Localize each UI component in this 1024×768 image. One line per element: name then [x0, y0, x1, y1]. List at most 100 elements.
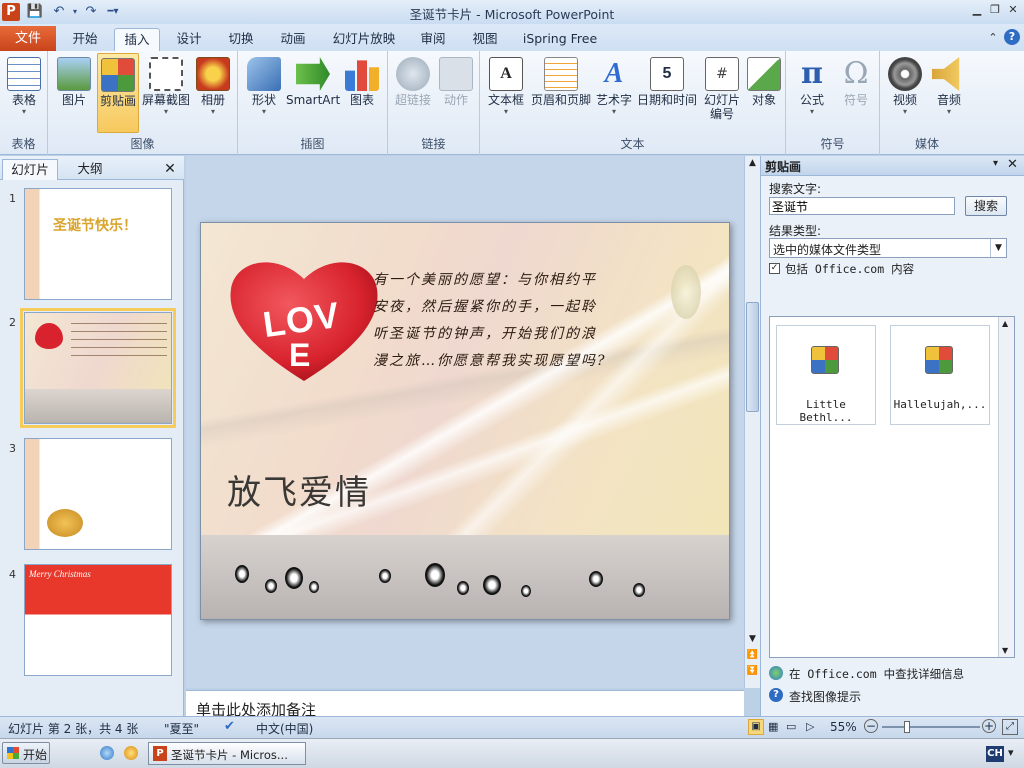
ie-icon[interactable] — [100, 746, 114, 760]
clipart-button[interactable]: 剪贴画 — [97, 53, 139, 133]
slide-thumbnail-2[interactable] — [20, 308, 176, 428]
window-title: 圣诞节卡片 - Microsoft PowerPoint — [409, 7, 615, 22]
theme-name[interactable]: "夏至" — [164, 720, 199, 737]
video-button[interactable]: 视频 ▾ — [884, 53, 926, 135]
ime-indicator[interactable]: CH — [986, 746, 1004, 762]
ground-band — [201, 535, 729, 619]
collapse-ribbon-icon[interactable]: ⌃ — [984, 30, 1002, 46]
chart-button[interactable]: 图表 — [342, 53, 382, 135]
spellcheck-icon[interactable]: ✔ — [224, 719, 235, 734]
tab-file[interactable]: 文件 — [0, 26, 56, 51]
close-icon[interactable]: ✕ — [1004, 2, 1022, 18]
film-reel-icon — [888, 57, 922, 91]
smartart-button[interactable]: SmartArt — [286, 53, 340, 135]
close-pane-icon[interactable]: ✕ — [160, 159, 180, 180]
office-more-link[interactable]: 在 Office.com 中查找详细信息 — [789, 666, 964, 682]
slide-sorter-icon[interactable]: ▦ — [768, 720, 778, 733]
results-scrollbar[interactable]: ▲ ▼ — [998, 317, 1014, 657]
slide-thumbnail-4[interactable]: Merry Christmas — [24, 564, 172, 676]
wordart-button[interactable]: A 艺术字 ▾ — [594, 53, 634, 135]
tab-slides[interactable]: 幻灯片 — [2, 159, 58, 180]
browser-icon[interactable] — [124, 746, 138, 760]
slideshow-icon[interactable]: ▷ — [806, 720, 814, 733]
table-button[interactable]: 表格 ▾ — [4, 53, 44, 135]
slide-number-button[interactable]: # 幻灯片 编号 — [700, 53, 744, 135]
slide-scrollbar[interactable]: ▲ ▼ ⏫ ⏬ — [744, 156, 760, 688]
ime-options-icon[interactable]: ▾ — [1008, 746, 1014, 759]
include-office-checkbox[interactable]: ✓ — [769, 263, 780, 274]
result-label: Little Bethl... — [799, 398, 853, 424]
calligraphy-title[interactable]: 放飞爱情 — [227, 465, 371, 514]
audio-button[interactable]: 音频 ▾ — [928, 53, 970, 135]
zoom-level[interactable]: 55% — [830, 720, 857, 734]
zoom-out-icon[interactable]: − — [864, 719, 878, 733]
start-button[interactable]: 开始 — [2, 742, 50, 764]
action-button[interactable]: 动作 — [436, 53, 476, 135]
picture-button[interactable]: 图片 — [54, 53, 94, 135]
normal-view-icon[interactable]: ▣ — [748, 719, 764, 735]
datetime-button[interactable]: 5 日期和时间 — [636, 53, 698, 135]
help-icon[interactable]: ? — [1004, 29, 1020, 45]
reading-view-icon[interactable]: ▭ — [786, 720, 796, 733]
hyperlink-button[interactable]: 超链接 — [392, 53, 434, 135]
chevron-down-icon[interactable]: ▼ — [990, 239, 1006, 257]
tab-ispring[interactable]: iSpring Free — [516, 28, 604, 51]
tab-review[interactable]: 审阅 — [412, 28, 454, 51]
poem-text[interactable]: 有一个美丽的愿望：与你相约平安夜，然后握紧你的手，一起聆听圣诞节的钟声，开始我们… — [373, 267, 607, 375]
zoom-in-icon[interactable]: + — [982, 719, 996, 733]
tab-insert[interactable]: 插入 — [114, 28, 160, 51]
image-tips-link[interactable]: 查找图像提示 — [789, 688, 861, 705]
album-button[interactable]: 相册 ▾ — [194, 53, 232, 135]
close-pane-icon[interactable]: ✕ — [1007, 157, 1018, 172]
scroll-down-icon[interactable]: ▼ — [1002, 646, 1008, 655]
group-illustrations: 形状 ▾ SmartArt 图表 插图 — [238, 51, 388, 155]
scroll-up-icon[interactable]: ▲ — [1002, 319, 1008, 328]
scroll-up-icon[interactable]: ▲ — [746, 158, 759, 172]
clipart-icon — [101, 58, 135, 92]
audio-file-icon — [925, 346, 953, 374]
restore-icon[interactable]: ❐ — [986, 2, 1004, 18]
group-tables: 表格 ▾ 表格 — [0, 51, 48, 155]
thumb-title: 圣诞节快乐！ — [53, 218, 137, 234]
screenshot-button[interactable]: 屏幕截图 ▾ — [141, 53, 191, 135]
fit-to-window-icon[interactable]: ⤢ — [1002, 719, 1018, 735]
tab-design[interactable]: 设计 — [168, 28, 210, 51]
zoom-slider-track[interactable] — [882, 726, 980, 728]
header-footer-button[interactable]: 页眉和页脚 — [530, 53, 592, 135]
taskbar: 开始 P 圣诞节卡片 - Micros... CH ▾ — [0, 738, 1024, 768]
symbol-button[interactable]: Ω 符号 — [836, 53, 876, 135]
clipart-pane: 剪贴画 ▾ ✕ 搜索文字: 搜索 结果类型: 选中的媒体文件类型 ▼ ✓ 包括 … — [760, 156, 1024, 716]
shapes-button[interactable]: 形状 ▾ — [244, 53, 284, 135]
next-slide-icon[interactable]: ⏬ — [746, 666, 759, 680]
tab-transitions[interactable]: 切换 — [220, 28, 262, 51]
textbox-button[interactable]: A 文本框 ▾ — [484, 53, 528, 135]
tab-home[interactable]: 开始 — [64, 28, 106, 51]
language[interactable]: 中文(中国) — [256, 720, 313, 737]
object-button[interactable]: 对象 — [746, 53, 782, 135]
equation-button[interactable]: π 公式 ▾ — [792, 53, 832, 135]
tab-animations[interactable]: 动画 — [272, 28, 314, 51]
clipart-result-1[interactable]: Little Bethl... — [776, 325, 876, 425]
scroll-down-icon[interactable]: ▼ — [746, 634, 759, 648]
tab-outline[interactable]: 大纲 — [62, 159, 118, 180]
current-slide[interactable]: LOV E 有一个美丽的愿望：与你相约平安夜，然后握紧你的手，一起聆听圣诞节的钟… — [200, 222, 730, 620]
search-button[interactable]: 搜索 — [965, 196, 1007, 216]
search-input[interactable] — [769, 197, 955, 215]
taskbar-powerpoint-window[interactable]: P 圣诞节卡片 - Micros... — [148, 742, 306, 765]
notes-pane[interactable]: 单击此处添加备注 — [186, 690, 744, 716]
slide-thumbnail-1[interactable]: 圣诞节快乐！ — [24, 188, 172, 300]
slide-thumbnail-3[interactable] — [24, 438, 172, 550]
pane-options-icon[interactable]: ▾ — [993, 158, 998, 169]
album-icon — [196, 57, 230, 91]
scroll-thumb[interactable] — [746, 302, 759, 412]
tab-view[interactable]: 视图 — [464, 28, 506, 51]
group-label-text: 文本 — [620, 137, 645, 151]
include-office-label[interactable]: 包括 Office.com 内容 — [785, 261, 914, 277]
tab-slideshow[interactable]: 幻灯片放映 — [326, 28, 402, 51]
zoom-slider-thumb[interactable] — [903, 721, 910, 733]
result-type-select[interactable]: 选中的媒体文件类型 ▼ — [769, 238, 1007, 258]
minimize-icon[interactable]: ▁ — [968, 2, 986, 18]
ribbon: 表格▾ 表格 图片 剪贴画 屏幕截图▾ 相册▾ 图像 形状▾ Smart — [0, 51, 1024, 155]
previous-slide-icon[interactable]: ⏫ — [746, 650, 759, 664]
clipart-result-2[interactable]: Hallelujah,... — [890, 325, 990, 425]
